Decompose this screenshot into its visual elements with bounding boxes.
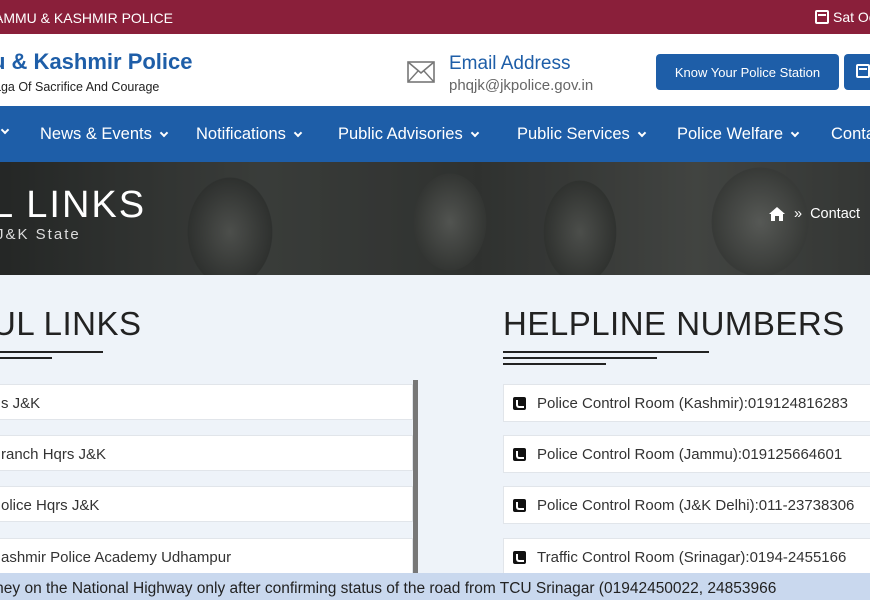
nav-label: Public Advisories — [338, 125, 463, 143]
title-underline — [0, 351, 103, 353]
news-ticker[interactable]: rney on the National Highway only after … — [0, 573, 870, 600]
helpline-item[interactable]: Police Control Room (Kashmir):0191248162… — [503, 384, 870, 422]
chevron-down-icon — [293, 128, 303, 138]
nav-item-contact[interactable]: Conta — [831, 125, 870, 144]
main-nav: News & Events Notifications Public Advis… — [0, 106, 870, 162]
banner-subtitle: J&K State — [0, 226, 81, 243]
nav-label: News & Events — [40, 125, 152, 143]
chevron-down-icon — [790, 128, 800, 138]
helpline-title: HELPLINE NUMBERS — [503, 305, 845, 342]
site-header: u & Kashmir Police aga Of Sacrifice And … — [0, 34, 870, 106]
calendar-icon — [856, 64, 870, 78]
nav-item-news-events[interactable]: News & Events — [40, 125, 169, 144]
nav-item-police-welfare[interactable]: Police Welfare — [677, 125, 800, 144]
helpline-text: Police Control Room (J&K Delhi):011-2373… — [537, 496, 855, 514]
page-banner: L LINKS J&K State » Contact — [0, 162, 870, 275]
phone-icon — [513, 396, 526, 410]
chevron-down-icon — [637, 128, 647, 138]
phone-icon — [513, 498, 526, 512]
nav-label: Conta — [831, 125, 870, 143]
date-display: Sat Oc — [815, 9, 870, 25]
helpline-text: Police Control Room (Kashmir):0191248162… — [537, 394, 849, 412]
nav-label: Police Welfare — [677, 125, 784, 143]
phone-icon — [513, 447, 526, 461]
title-underline — [503, 363, 606, 365]
nav-label: Notifications — [196, 125, 286, 143]
link-item[interactable]: s J&K — [0, 384, 413, 420]
link-item[interactable]: ranch Hqrs J&K — [0, 435, 413, 471]
nav-item-public-advisories[interactable]: Public Advisories — [338, 125, 479, 144]
calendar-button[interactable] — [844, 54, 870, 90]
email-label: Email Address — [449, 53, 571, 74]
date-text: Sat Oc — [833, 9, 870, 25]
useful-links-title: UL LINKS — [0, 305, 142, 342]
helpline-text: Traffic Control Room (Srinagar):0194-245… — [537, 548, 847, 566]
scrollbar[interactable] — [413, 380, 418, 580]
chevron-down-icon — [159, 128, 169, 138]
top-bar: AMMU & KASHMIR POLICE Sat Oc — [0, 0, 870, 34]
phone-icon — [513, 550, 526, 564]
banner-title: L LINKS — [0, 184, 147, 226]
home-icon[interactable] — [768, 206, 786, 222]
chevron-down-icon[interactable] — [0, 125, 10, 135]
helpline-item[interactable]: Police Control Room (Jammu):019125664601 — [503, 435, 870, 473]
know-your-police-station-button[interactable]: Know Your Police Station — [656, 54, 839, 90]
ticker-text: rney on the National Highway only after … — [0, 580, 777, 597]
helpline-item[interactable]: Traffic Control Room (Srinagar):0194-245… — [503, 538, 870, 576]
envelope-icon — [407, 61, 435, 83]
email-link[interactable]: phqjk@jkpolice.gov.in — [449, 77, 593, 94]
nav-item-public-services[interactable]: Public Services — [517, 125, 647, 144]
title-underline — [0, 357, 52, 359]
site-tagline: aga Of Sacrifice And Courage — [0, 80, 160, 94]
calendar-icon — [815, 10, 829, 24]
page: AMMU & KASHMIR POLICE Sat Oc u & Kashmir… — [0, 0, 870, 600]
helpline-item[interactable]: Police Control Room (J&K Delhi):011-2373… — [503, 486, 870, 524]
site-title[interactable]: u & Kashmir Police — [0, 49, 193, 75]
org-name: AMMU & KASHMIR POLICE — [0, 10, 173, 26]
link-item[interactable]: ashmir Police Academy Udhampur — [0, 538, 413, 574]
breadcrumb-separator: » — [794, 206, 803, 222]
nav-label: Public Services — [517, 125, 630, 143]
link-item[interactable]: olice Hqrs J&K — [0, 486, 413, 522]
breadcrumb-current: Contact — [810, 206, 861, 222]
title-underline — [503, 351, 709, 353]
nav-item-notifications[interactable]: Notifications — [196, 125, 303, 144]
title-underline — [503, 357, 657, 359]
chevron-down-icon — [470, 128, 479, 138]
breadcrumb: » Contact — [768, 206, 860, 222]
helpline-text: Police Control Room (Jammu):019125664601 — [537, 445, 843, 463]
